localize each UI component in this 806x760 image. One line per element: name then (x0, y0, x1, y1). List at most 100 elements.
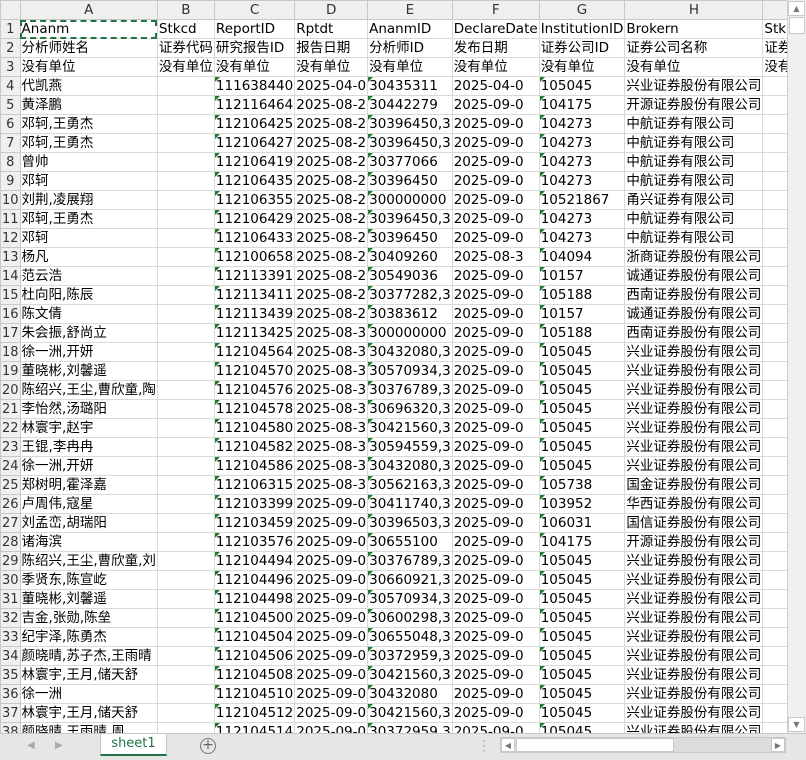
cell-D12[interactable]: 2025-08-2 (294, 228, 369, 248)
cell-D6[interactable]: 2025-08-2 (294, 114, 369, 134)
cell-H15[interactable]: 西南证券股份有限公司 (624, 285, 764, 305)
cell-I37[interactable] (762, 703, 787, 723)
cell-I2[interactable]: 证券简称 (762, 38, 787, 58)
column-header-D[interactable]: D (294, 0, 369, 20)
cell-G2[interactable]: 证券公司ID (538, 38, 626, 58)
row-header[interactable]: 7 (0, 133, 21, 153)
row-header[interactable]: 13 (0, 247, 21, 267)
cell-I21[interactable] (762, 399, 787, 419)
cell-F17[interactable]: 2025-09-0 (451, 323, 540, 343)
cell-E21[interactable]: 30696320,3 (367, 399, 453, 419)
cell-H35[interactable]: 兴业证券股份有限公司 (624, 665, 764, 685)
cell-H5[interactable]: 开源证券股份有限公司 (624, 95, 764, 115)
cell-C1[interactable]: ReportID (213, 19, 296, 39)
cell-B20[interactable] (156, 380, 215, 400)
row-header[interactable]: 4 (0, 76, 21, 96)
cell-G37[interactable]: 105045 (538, 703, 626, 723)
cell-I14[interactable] (762, 266, 787, 286)
cell-G18[interactable]: 105045 (538, 342, 626, 362)
cell-I34[interactable] (762, 646, 787, 666)
cell-B25[interactable] (156, 475, 215, 495)
cell-E24[interactable]: 30432080,3 (367, 456, 453, 476)
cell-E12[interactable]: 30396450 (367, 228, 453, 248)
cell-D34[interactable]: 2025-09-0 (294, 646, 369, 666)
cell-B5[interactable] (156, 95, 215, 115)
cell-B24[interactable] (156, 456, 215, 476)
cell-H11[interactable]: 中航证券有限公司 (624, 209, 764, 229)
cell-B36[interactable] (156, 684, 215, 704)
cell-F13[interactable]: 2025-08-3 (451, 247, 540, 267)
cell-C31[interactable]: 112104498 (213, 589, 296, 609)
cell-D20[interactable]: 2025-08-3 (294, 380, 369, 400)
cell-C21[interactable]: 112104578 (213, 399, 296, 419)
cell-A21[interactable]: 李怡然,汤璐阳 (19, 399, 158, 419)
cell-C36[interactable]: 112104510 (213, 684, 296, 704)
cell-C16[interactable]: 112113439 (213, 304, 296, 324)
cell-D15[interactable]: 2025-08-2 (294, 285, 369, 305)
cell-F1[interactable]: DeclareDate (451, 19, 540, 39)
cell-A2[interactable]: 分析师姓名 (19, 38, 158, 58)
add-sheet-plus-icon[interactable]: + (200, 738, 216, 754)
cell-B21[interactable] (156, 399, 215, 419)
cell-F28[interactable]: 2025-09-0 (451, 532, 540, 552)
cell-E17[interactable]: 300000000 (367, 323, 453, 343)
scroll-down-arrow-icon[interactable]: ▼ (788, 717, 805, 732)
cell-G9[interactable]: 104273 (538, 171, 626, 191)
cell-B33[interactable] (156, 627, 215, 647)
cell-F6[interactable]: 2025-09-0 (451, 114, 540, 134)
cell-A34[interactable]: 颜晓晴,苏子杰,王雨晴 (19, 646, 158, 666)
cell-I5[interactable] (762, 95, 787, 115)
cell-C30[interactable]: 112104496 (213, 570, 296, 590)
cell-C24[interactable]: 112104586 (213, 456, 296, 476)
cell-I3[interactable]: 没有单位 (762, 57, 787, 77)
cell-C29[interactable]: 112104494 (213, 551, 296, 571)
cell-C38[interactable]: 112104514 (213, 722, 296, 733)
scroll-left-arrow-icon[interactable]: ◀ (501, 738, 515, 752)
cell-H37[interactable]: 兴业证券股份有限公司 (624, 703, 764, 723)
cell-B32[interactable] (156, 608, 215, 628)
cell-G31[interactable]: 105045 (538, 589, 626, 609)
cell-F19[interactable]: 2025-09-0 (451, 361, 540, 381)
cell-G11[interactable]: 104273 (538, 209, 626, 229)
cell-E23[interactable]: 30594559,3 (367, 437, 453, 457)
cell-E25[interactable]: 30562163,3 (367, 475, 453, 495)
cell-I22[interactable] (762, 418, 787, 438)
cell-F11[interactable]: 2025-09-0 (451, 209, 540, 229)
cell-H22[interactable]: 兴业证券股份有限公司 (624, 418, 764, 438)
cell-E19[interactable]: 30570934,3 (367, 361, 453, 381)
cell-B19[interactable] (156, 361, 215, 381)
cell-D25[interactable]: 2025-08-3 (294, 475, 369, 495)
cell-G14[interactable]: 10157 (538, 266, 626, 286)
cell-F24[interactable]: 2025-09-0 (451, 456, 540, 476)
cell-I36[interactable] (762, 684, 787, 704)
cell-A1[interactable]: Ananm (19, 19, 158, 39)
cell-D29[interactable]: 2025-09-0 (294, 551, 369, 571)
cell-G30[interactable]: 105045 (538, 570, 626, 590)
cell-E7[interactable]: 30396450,3 (367, 133, 453, 153)
cell-F36[interactable]: 2025-09-0 (451, 684, 540, 704)
cell-E27[interactable]: 30396503,3 (367, 513, 453, 533)
cell-D38[interactable]: 2025-09-0 (294, 722, 369, 733)
cell-F2[interactable]: 发布日期 (451, 38, 540, 58)
vertical-scrollbar[interactable]: ▲ ▼ (787, 0, 806, 733)
cell-H23[interactable]: 兴业证券股份有限公司 (624, 437, 764, 457)
cell-E10[interactable]: 300000000 (367, 190, 453, 210)
cell-F18[interactable]: 2025-09-0 (451, 342, 540, 362)
row-header[interactable]: 26 (0, 494, 21, 514)
cell-G20[interactable]: 105045 (538, 380, 626, 400)
cell-B27[interactable] (156, 513, 215, 533)
column-header-B[interactable]: B (156, 0, 215, 20)
cell-G4[interactable]: 105045 (538, 76, 626, 96)
cell-B3[interactable]: 没有单位 (156, 57, 215, 77)
cell-H16[interactable]: 诚通证券股份有限公司 (624, 304, 764, 324)
cell-G17[interactable]: 105188 (538, 323, 626, 343)
row-header[interactable]: 18 (0, 342, 21, 362)
cell-A11[interactable]: 邓轲,王勇杰 (19, 209, 158, 229)
cell-I11[interactable] (762, 209, 787, 229)
cell-G19[interactable]: 105045 (538, 361, 626, 381)
cell-B30[interactable] (156, 570, 215, 590)
cell-I23[interactable] (762, 437, 787, 457)
column-header-G[interactable]: G (538, 0, 626, 20)
cell-A10[interactable]: 刘荆,凌展翔 (19, 190, 158, 210)
cell-C37[interactable]: 112104512 (213, 703, 296, 723)
